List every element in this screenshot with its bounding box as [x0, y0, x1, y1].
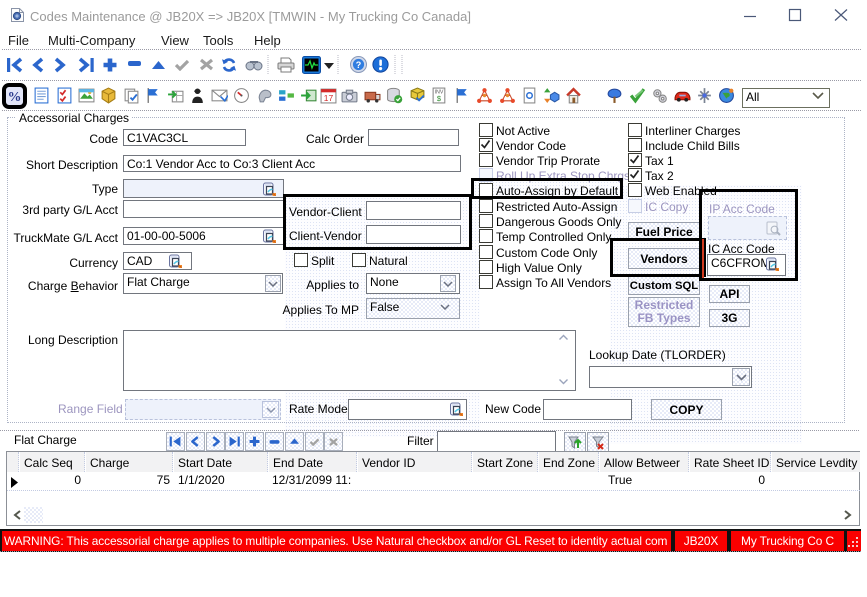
svg-text:17: 17: [324, 93, 334, 103]
svg-text:?: ?: [356, 60, 362, 70]
svg-text:%: %: [8, 89, 22, 104]
